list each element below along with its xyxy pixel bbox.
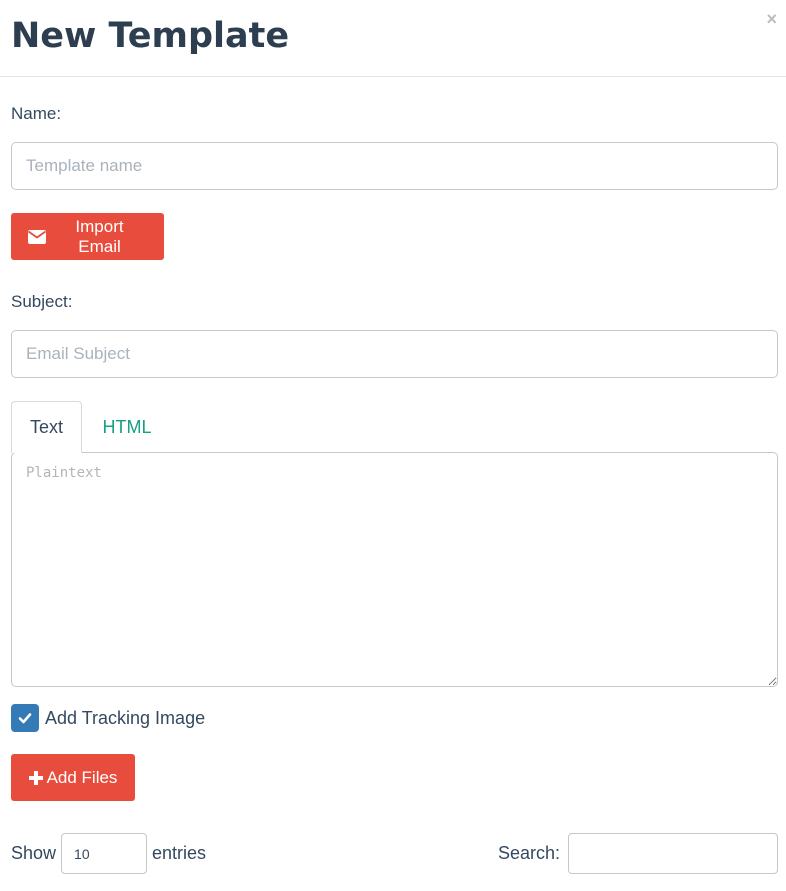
name-label: Name: [11,104,62,123]
search-label: Search: [497,843,560,863]
plaintext-editor[interactable] [11,452,778,687]
import-email-button[interactable]: Import Email [11,213,164,260]
new-template-modal: New Template × Name: Import Email Subjec… [0,0,786,891]
entries-length-input[interactable] [61,833,148,874]
tracking-image-checkbox[interactable]: Add Tracking Image [11,704,205,732]
editor-tabs: Text HTML [11,401,778,453]
entries-label: entries [152,843,207,863]
add-files-label: Add Files [46,767,118,787]
modal-title: New Template [11,16,290,56]
datatable-controls: Show entries Search: [11,833,778,874]
entries-length-control: Show entries [11,833,206,874]
checkmark-icon[interactable] [11,704,39,732]
template-name-input[interactable] [11,142,778,190]
show-label: Show [11,843,57,863]
plus-icon [28,770,43,785]
add-files-button[interactable]: Add Files [11,754,135,801]
modal-header: New Template × [0,0,786,77]
tracking-image-label: Add Tracking Image [45,707,206,728]
tab-html[interactable]: HTML [89,401,165,453]
email-subject-input[interactable] [11,330,778,378]
subject-label: Subject: [11,292,73,311]
envelope-icon [28,229,46,244]
table-search-control: Search: [498,833,778,874]
close-icon[interactable]: × [766,10,777,28]
table-search-input[interactable] [568,833,778,874]
tab-text[interactable]: Text [11,401,82,453]
import-email-label: Import Email [75,216,124,256]
